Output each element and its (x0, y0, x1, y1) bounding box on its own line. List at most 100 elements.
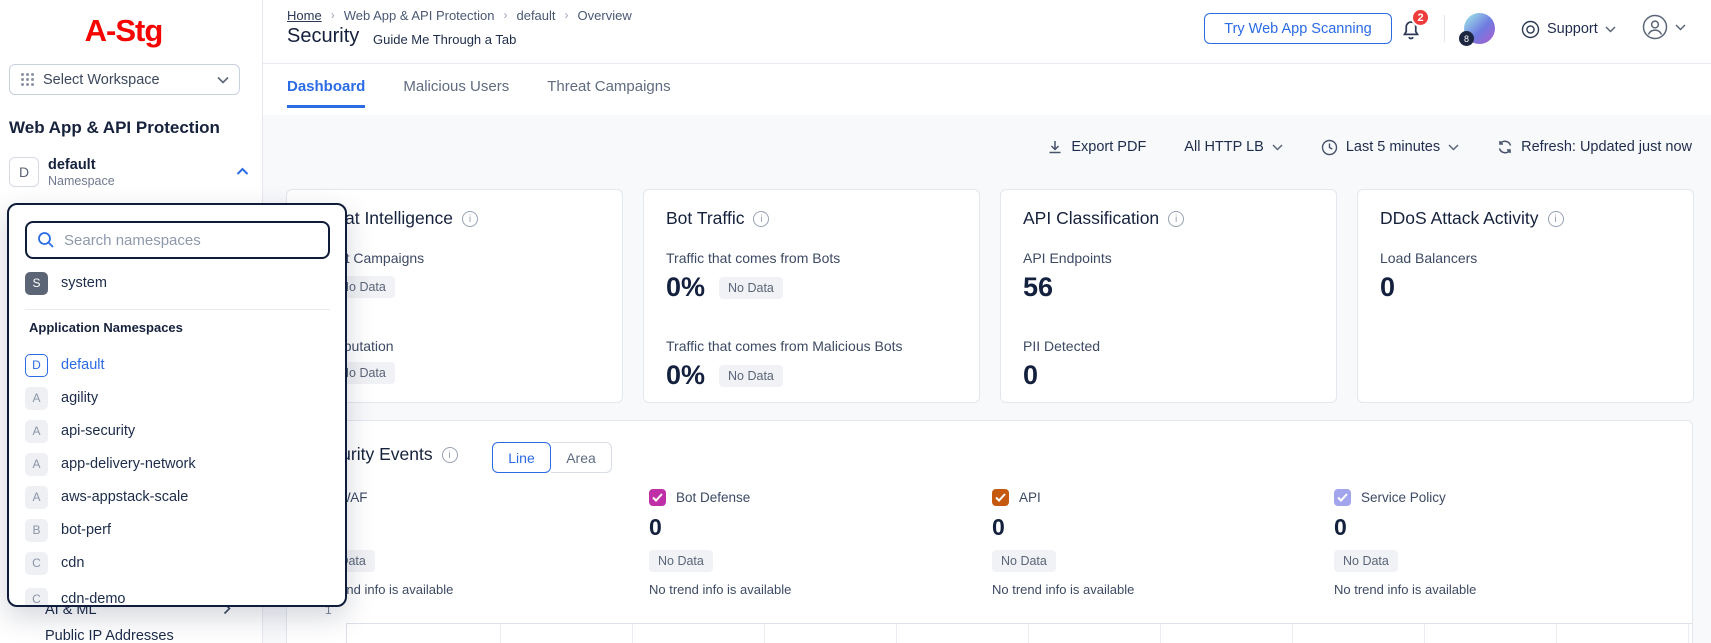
dropdown-section-header: Application Namespaces (29, 320, 183, 335)
namespace-letter-badge: C (25, 552, 48, 575)
tab-threat-campaigns[interactable]: Threat Campaigns (547, 78, 670, 108)
namespace-option-agility[interactable]: A agility (25, 384, 325, 412)
card-ddos-attack-activity: DDoS Attack Activity i Load Balancers 0 (1357, 189, 1694, 403)
notification-count-badge: 2 (1411, 8, 1430, 27)
export-pdf-label: Export PDF (1071, 139, 1146, 155)
support-menu[interactable]: Support (1521, 16, 1616, 42)
namespace-letter-badge: D (9, 157, 39, 187)
download-icon (1047, 139, 1063, 155)
namespace-option-system[interactable]: S system (25, 269, 325, 297)
breadcrumb: Home › Web App & API Protection › defaul… (287, 6, 632, 24)
namespace-option-aws-appstack-scale[interactable]: A aws-appstack-scale (25, 483, 325, 511)
namespace-option-default[interactable]: D default (25, 351, 325, 379)
chevron-down-icon (1272, 144, 1283, 151)
namespace-search[interactable] (25, 221, 330, 259)
namespace-search-input[interactable] (64, 232, 318, 249)
sidebar-item-public-ip[interactable]: Public IP Addresses (45, 628, 174, 643)
legend-value: 0 (649, 514, 949, 541)
metric-label: Traffic that comes from Bots (666, 250, 840, 266)
metric-label: API Endpoints (1023, 250, 1112, 266)
time-range-dropdown[interactable]: Last 5 minutes (1321, 139, 1459, 156)
tab-dashboard[interactable]: Dashboard (287, 78, 365, 108)
namespace-option-label: aws-appstack-scale (61, 489, 188, 505)
grid-icon (20, 72, 35, 87)
namespace-option-label: cdn (61, 555, 84, 571)
chevron-down-icon (1675, 24, 1686, 31)
namespace-letter-badge: B (25, 519, 48, 542)
breadcrumb-item: default (516, 8, 555, 23)
workspace-selector[interactable]: Select Workspace (9, 64, 240, 95)
namespace-letter-badge: A (25, 453, 48, 476)
namespace-option-bot-perf[interactable]: B bot-perf (25, 516, 325, 544)
chart-view-toggle: Line Area (492, 442, 612, 473)
app-root: A-Stg Select Workspace Web App & API Pro… (0, 0, 1711, 643)
legend-label: API (1019, 490, 1041, 505)
legend-bot-defense: Bot Defense 0 No Data No trend info is a… (649, 489, 949, 597)
lb-filter-dropdown[interactable]: All HTTP LB (1184, 139, 1283, 155)
namespace-option-app-delivery-network[interactable]: A app-delivery-network (25, 450, 325, 478)
tab-malicious-users[interactable]: Malicious Users (403, 78, 509, 108)
metric-value: 0 (1023, 360, 1038, 391)
info-icon[interactable]: i (1168, 211, 1184, 227)
namespace-option-label: default (61, 357, 105, 373)
card-title: DDoS Attack Activity (1380, 208, 1539, 229)
breadcrumb-home-link[interactable]: Home (287, 8, 322, 23)
metric-label: PII Detected (1023, 338, 1100, 354)
legend-note: No trend info is available (1334, 582, 1634, 597)
lifebuoy-icon (1521, 20, 1540, 39)
page-title: Security (287, 25, 359, 48)
legend-checkbox[interactable] (649, 489, 666, 506)
guide-me-link[interactable]: Guide Me Through a Tab (373, 32, 516, 47)
metric-value: 0 (1380, 272, 1395, 303)
namespace-selector[interactable]: D default Namespace (9, 157, 249, 199)
namespace-option-api-security[interactable]: A api-security (25, 417, 325, 445)
workspace-selector-label: Select Workspace (43, 72, 160, 88)
info-icon[interactable]: i (753, 211, 769, 227)
toggle-area[interactable]: Area (551, 442, 612, 473)
header-divider (263, 63, 1711, 64)
namespace-option-label: cdn-demo (61, 591, 125, 607)
legend-value: 0 (992, 514, 1292, 541)
legend-waf: WAF 0 No Data No trend info is available (311, 489, 611, 597)
namespace-letter-badge: A (25, 387, 48, 410)
metric-value: 56 (1023, 272, 1053, 303)
legend-value: 0 (311, 514, 611, 541)
legend-label: Bot Defense (676, 490, 750, 505)
namespace-option-label: app-delivery-network (61, 456, 196, 472)
namespace-letter-badge: A (25, 420, 48, 443)
no-data-badge: No Data (992, 550, 1056, 572)
card-title: Bot Traffic (666, 208, 744, 229)
card-title: API Classification (1023, 208, 1159, 229)
namespace-option-cdn-demo[interactable]: C cdn-demo (25, 585, 325, 607)
breadcrumb-item: Web App & API Protection (344, 8, 495, 23)
info-icon[interactable]: i (442, 447, 458, 463)
metric-label: Traffic that comes from Malicious Bots (666, 338, 903, 354)
card-bot-traffic: Bot Traffic i Traffic that comes from Bo… (643, 189, 980, 403)
refresh-button[interactable]: Refresh: Updated just now (1497, 139, 1692, 155)
toggle-line[interactable]: Line (492, 442, 551, 473)
namespace-letter-badge: S (25, 272, 48, 295)
info-icon[interactable]: i (462, 211, 478, 227)
legend-checkbox[interactable] (1334, 489, 1351, 506)
refresh-label: Refresh: Updated just now (1521, 139, 1692, 155)
card-api-classification: API Classification i API Endpoints 56 PI… (1000, 189, 1337, 403)
dropdown-divider (25, 309, 330, 310)
namespace-option-label: system (61, 275, 107, 291)
namespace-option-label: agility (61, 390, 98, 406)
try-web-app-scanning-button[interactable]: Try Web App Scanning (1204, 13, 1392, 44)
legend-checkbox[interactable] (992, 489, 1009, 506)
namespace-letter-badge: C (25, 588, 48, 608)
chevron-down-icon (1448, 144, 1459, 151)
dashboard-toolbar: Export PDF All HTTP LB Last 5 minutes Re… (900, 133, 1692, 161)
search-icon (37, 231, 55, 249)
export-pdf-button[interactable]: Export PDF (1047, 139, 1146, 155)
chevron-down-icon (217, 76, 229, 84)
user-menu[interactable] (1641, 13, 1686, 41)
chart-grid (346, 623, 1693, 643)
namespace-option-cdn[interactable]: C cdn (25, 549, 325, 577)
topbar-divider (1444, 15, 1445, 42)
info-icon[interactable]: i (1548, 211, 1564, 227)
metric-label: Load Balancers (1380, 250, 1477, 266)
no-data-badge: No Data (719, 277, 783, 299)
security-events-panel: Security Events i Line Area WAF 0 No Dat… (286, 420, 1693, 643)
